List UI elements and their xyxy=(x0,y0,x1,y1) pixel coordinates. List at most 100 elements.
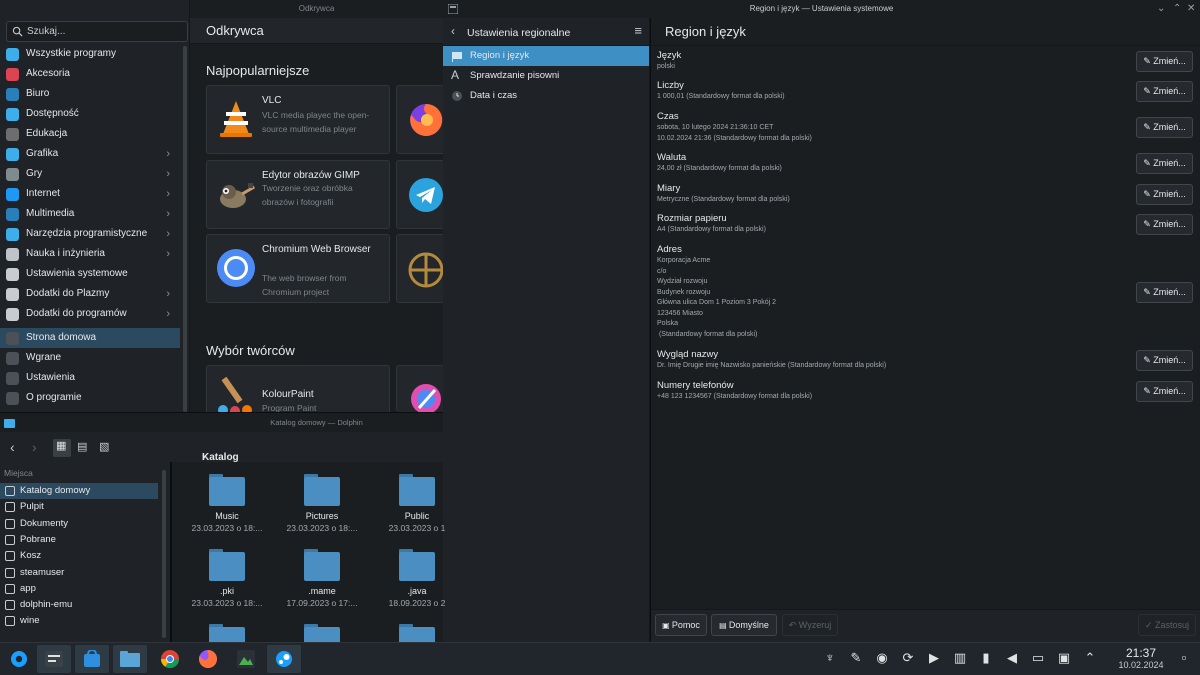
taskbar-discover[interactable] xyxy=(75,645,109,673)
file-item[interactable]: .mame 17.09.2023 o 17:... xyxy=(277,549,367,609)
file-item[interactable]: .java 18.09.2023 o 2 xyxy=(372,549,462,609)
taskbar-konsole[interactable] xyxy=(37,645,71,673)
place-item[interactable]: Pulpit xyxy=(0,499,158,515)
place-item[interactable]: Dokumenty xyxy=(0,516,158,532)
pen-icon[interactable]: ✎ xyxy=(848,650,864,666)
nav-date-time[interactable]: Data i czas xyxy=(443,86,649,106)
clipboard-icon[interactable]: ▥ xyxy=(952,650,968,666)
taskbar-kolourpaint[interactable] xyxy=(229,645,263,673)
nav-item[interactable]: Wgrane xyxy=(0,348,180,368)
app-card-vlc[interactable]: VLC VLC media playec the open-source mul… xyxy=(206,85,390,154)
tree-view-icon[interactable]: ▧ xyxy=(99,440,109,453)
place-item[interactable]: Kosz xyxy=(0,548,158,564)
change-button[interactable]: ✎ Zmień... xyxy=(1136,184,1193,205)
minimize-icon[interactable]: ⌄ xyxy=(1157,3,1165,14)
file-item[interactable]: Music 23.03.2023 o 18:... xyxy=(182,474,272,534)
change-button[interactable]: ✎ Zmień... xyxy=(1136,350,1193,371)
category-item[interactable]: Gry › xyxy=(0,164,180,184)
change-button[interactable]: ✎ Zmień... xyxy=(1136,381,1193,402)
icon-view-button[interactable]: ▦ xyxy=(53,439,71,457)
folder-icon[interactable] xyxy=(399,624,435,642)
category-item[interactable]: Akcesoria xyxy=(0,64,180,84)
nav-spellcheck[interactable]: A Sprawdzanie pisowni xyxy=(443,66,649,86)
category-item[interactable]: Wszystkie programy xyxy=(0,44,180,64)
reset-button[interactable]: ↶ Wyzeruj xyxy=(782,614,838,636)
app-card-kolourpaint[interactable]: KolourPaint Program Paint xyxy=(206,365,390,413)
compact-view-icon[interactable]: ▤ xyxy=(77,440,87,453)
nav-item[interactable]: Ustawienia xyxy=(0,368,180,388)
category-label: Nauka i inżynieria xyxy=(26,248,105,259)
steam-tray-icon[interactable]: ◉ xyxy=(874,650,890,666)
places-scrollbar[interactable] xyxy=(162,470,166,638)
app-card-firefox[interactable] xyxy=(396,85,446,154)
folder-icon[interactable] xyxy=(209,624,245,642)
place-item[interactable]: wine xyxy=(0,613,158,629)
media-icon[interactable]: ▶ xyxy=(926,650,942,666)
place-item[interactable]: dolphin-emu xyxy=(0,597,158,613)
taskbar-firefox[interactable] xyxy=(191,645,225,673)
taskbar-steam[interactable] xyxy=(267,645,301,673)
apply-button[interactable]: ✓ Zastosuj xyxy=(1138,614,1196,636)
app-card-partial[interactable] xyxy=(396,234,446,303)
place-item[interactable]: Katalog domowy xyxy=(0,483,158,499)
app-launcher-button[interactable] xyxy=(2,645,36,673)
change-button[interactable]: ✎ Zmień... xyxy=(1136,81,1193,102)
battery-icon[interactable]: ▮ xyxy=(978,650,994,666)
change-button[interactable]: ✎ Zmień... xyxy=(1136,117,1193,138)
category-item[interactable]: Narzędzia programistyczne › xyxy=(0,224,180,244)
display-icon[interactable]: ▣ xyxy=(1056,650,1072,666)
close-icon[interactable]: ✕ xyxy=(1187,3,1195,14)
back-arrow-icon[interactable]: ‹ xyxy=(10,439,15,455)
breadcrumb[interactable]: › Katalog domowy xyxy=(172,432,443,474)
defaults-button[interactable]: ▤ Domyślne xyxy=(711,614,777,636)
help-button[interactable]: ▣ Pomoc xyxy=(655,614,707,636)
category-item[interactable]: Dostępność xyxy=(0,104,180,124)
desktop: Odkrywca Odkrywca Najpopularniejsze VLC … xyxy=(0,0,1200,675)
category-item[interactable]: Nauka i inżynieria › xyxy=(0,244,180,264)
nav-region-language[interactable]: Region i język xyxy=(443,46,649,66)
app-card-telegram[interactable] xyxy=(396,160,446,229)
app-card-gimp[interactable]: Edytor obrazów GIMP Tworzenie oraz obrób… xyxy=(206,160,390,229)
updates-icon[interactable]: ⟳ xyxy=(900,650,916,666)
search-field[interactable] xyxy=(6,21,188,42)
hamburger-menu-icon[interactable]: ≡ xyxy=(634,23,642,38)
change-button[interactable]: ✎ Zmień... xyxy=(1136,214,1193,235)
change-button[interactable]: ✎ Zmień... xyxy=(1136,153,1193,174)
place-item[interactable]: app xyxy=(0,581,158,597)
nav-home[interactable]: Strona domowa xyxy=(0,328,180,348)
nav-item[interactable]: O programie xyxy=(0,388,180,408)
category-item[interactable]: Dodatki do Plazmy › xyxy=(0,284,180,304)
expand-tray-icon[interactable]: ⌃ xyxy=(1082,650,1098,666)
maximize-icon[interactable]: ⌃ xyxy=(1173,3,1181,14)
search-input[interactable] xyxy=(27,24,177,39)
network-icon[interactable]: ▭ xyxy=(1030,650,1046,666)
sidebar-scrollbar[interactable] xyxy=(183,46,187,412)
category-item[interactable]: Multimedia › xyxy=(0,204,180,224)
change-button[interactable]: ✎ Zmień... xyxy=(1136,282,1193,303)
app-card-partial-2[interactable] xyxy=(396,365,446,414)
file-item[interactable]: Public 23.03.2023 o 1 xyxy=(372,474,462,534)
volume-icon[interactable]: ◀ xyxy=(1004,650,1020,666)
category-item[interactable]: Ustawienia systemowe xyxy=(0,264,180,284)
notifications-icon[interactable]: ♆ xyxy=(822,650,838,666)
place-item[interactable]: Pobrane xyxy=(0,532,158,548)
clock-time[interactable]: 21:37 xyxy=(1112,646,1170,660)
forward-arrow-icon[interactable]: › xyxy=(32,439,37,455)
category-item[interactable]: Edukacja xyxy=(0,124,180,144)
chevron-right-icon: › xyxy=(166,308,170,320)
change-button[interactable]: ✎ Zmień... xyxy=(1136,51,1193,72)
file-item[interactable]: .pki 23.03.2023 o 18:... xyxy=(182,549,272,609)
app-card-chromium[interactable]: Chromium Web Browser The web browser fro… xyxy=(206,234,390,303)
clock-date[interactable]: 10.02.2024 xyxy=(1107,660,1175,670)
category-item[interactable]: Grafika › xyxy=(0,144,180,164)
category-item[interactable]: Dodatki do programów › xyxy=(0,304,180,324)
place-item[interactable]: steamuser xyxy=(0,565,158,581)
back-icon[interactable]: ‹ xyxy=(451,24,455,38)
file-item[interactable]: Pictures 23.03.2023 o 18:... xyxy=(277,474,367,534)
taskbar-chrome[interactable] xyxy=(153,645,187,673)
category-item[interactable]: Internet › xyxy=(0,184,180,204)
taskbar-dolphin[interactable] xyxy=(113,645,147,673)
category-item[interactable]: Biuro xyxy=(0,84,180,104)
folder-icon[interactable] xyxy=(304,624,340,642)
show-desktop-icon[interactable]: ▫ xyxy=(1176,650,1192,666)
